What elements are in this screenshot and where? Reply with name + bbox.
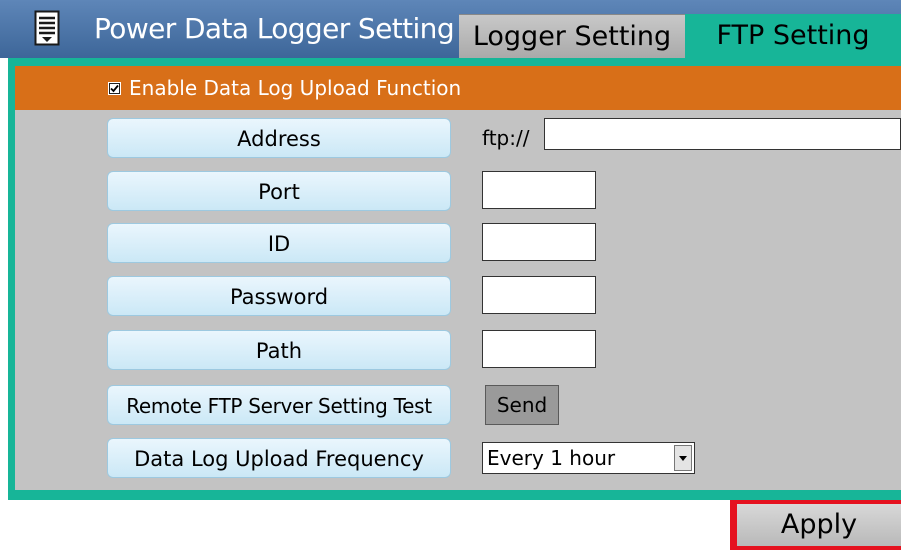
- password-button[interactable]: Password: [107, 276, 451, 316]
- port-input[interactable]: [482, 171, 596, 209]
- upload-frequency-value: Every 1 hour: [487, 446, 616, 470]
- tab-logger-setting[interactable]: Logger Setting: [459, 14, 685, 59]
- remote-ftp-test-button[interactable]: Remote FTP Server Setting Test: [107, 385, 451, 425]
- address-input[interactable]: [544, 118, 901, 150]
- id-button[interactable]: ID: [107, 223, 451, 263]
- chevron-down-icon[interactable]: [674, 445, 692, 471]
- ftp-prefix: ftp://: [482, 126, 530, 150]
- password-input[interactable]: [482, 276, 596, 314]
- menu-list-icon[interactable]: [34, 10, 60, 46]
- tab-ftp-setting[interactable]: FTP Setting: [685, 14, 901, 58]
- checkbox-checked-icon[interactable]: [108, 81, 121, 95]
- port-button[interactable]: Port: [107, 171, 451, 211]
- address-button[interactable]: Address: [107, 118, 451, 158]
- upload-frequency-select[interactable]: Every 1 hour: [482, 442, 695, 474]
- path-input[interactable]: [482, 330, 596, 368]
- enable-upload-checkbox[interactable]: Enable Data Log Upload Function: [108, 76, 461, 100]
- app-title: Power Data Logger Setting: [94, 12, 455, 45]
- id-input[interactable]: [482, 223, 596, 261]
- path-button[interactable]: Path: [107, 330, 451, 370]
- enable-upload-label: Enable Data Log Upload Function: [129, 76, 462, 100]
- upload-frequency-button[interactable]: Data Log Upload Frequency: [107, 438, 451, 478]
- apply-button[interactable]: Apply: [737, 504, 901, 546]
- send-button[interactable]: Send: [485, 385, 559, 425]
